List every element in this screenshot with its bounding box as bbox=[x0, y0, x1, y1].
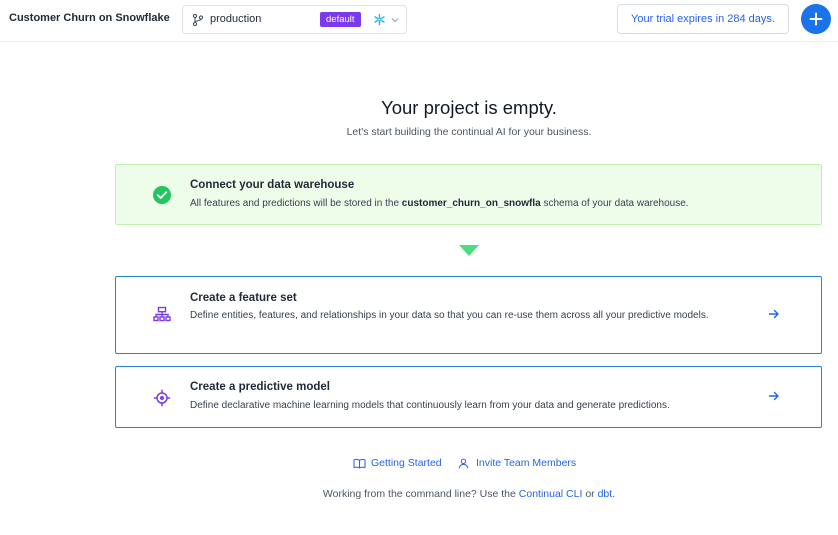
create-feature-set-card[interactable]: Create a feature set Define entities, fe… bbox=[115, 276, 822, 354]
arrow-right-icon bbox=[768, 391, 779, 401]
git-branch-icon bbox=[192, 13, 204, 27]
card-title: Create a feature set bbox=[190, 292, 297, 304]
project-title[interactable]: Customer Churn on Snowflake bbox=[9, 12, 170, 24]
page-subtitle: Let's start building the continual AI fo… bbox=[346, 126, 592, 138]
branch-name: production bbox=[210, 13, 262, 25]
create-predictive-model-card[interactable]: Create a predictive model Define declara… bbox=[115, 366, 822, 428]
branch-selector[interactable]: production default bbox=[182, 5, 407, 34]
snowflake-icon bbox=[374, 13, 385, 26]
page-title: Your project is empty. bbox=[381, 97, 557, 118]
card-title: Connect your data warehouse bbox=[190, 179, 355, 191]
schema-name: customer_churn_on_snowfla bbox=[401, 198, 541, 209]
dbt-link[interactable]: dbt bbox=[598, 488, 613, 500]
card-description: All features and predictions will be sto… bbox=[190, 198, 689, 209]
card-description: Define entities, features, and relations… bbox=[190, 310, 709, 321]
trial-badge[interactable]: Your trial expires in 284 days. bbox=[617, 4, 789, 34]
invite-label: Invite Team Members bbox=[476, 457, 577, 469]
continual-cli-link[interactable]: Continual CLI bbox=[519, 488, 583, 500]
default-badge: default bbox=[320, 12, 361, 27]
book-icon bbox=[353, 458, 366, 469]
add-button[interactable] bbox=[801, 4, 831, 34]
check-circle-icon bbox=[153, 186, 171, 204]
chevron-down-icon bbox=[391, 18, 399, 23]
top-bar: Customer Churn on Snowflake production d… bbox=[0, 0, 838, 42]
card-title: Create a predictive model bbox=[190, 381, 330, 393]
target-icon bbox=[153, 389, 171, 407]
connect-warehouse-card[interactable]: Connect your data warehouse All features… bbox=[115, 164, 822, 225]
step-arrow bbox=[459, 245, 479, 256]
user-icon bbox=[458, 458, 469, 469]
cli-hint: Working from the command line? Use the C… bbox=[322, 488, 616, 500]
card-description: Define declarative machine learning mode… bbox=[190, 400, 670, 411]
feature-set-icon bbox=[153, 306, 171, 322]
arrow-right-icon bbox=[768, 309, 779, 319]
plus-icon bbox=[809, 12, 823, 26]
getting-started-label: Getting Started bbox=[371, 457, 442, 469]
